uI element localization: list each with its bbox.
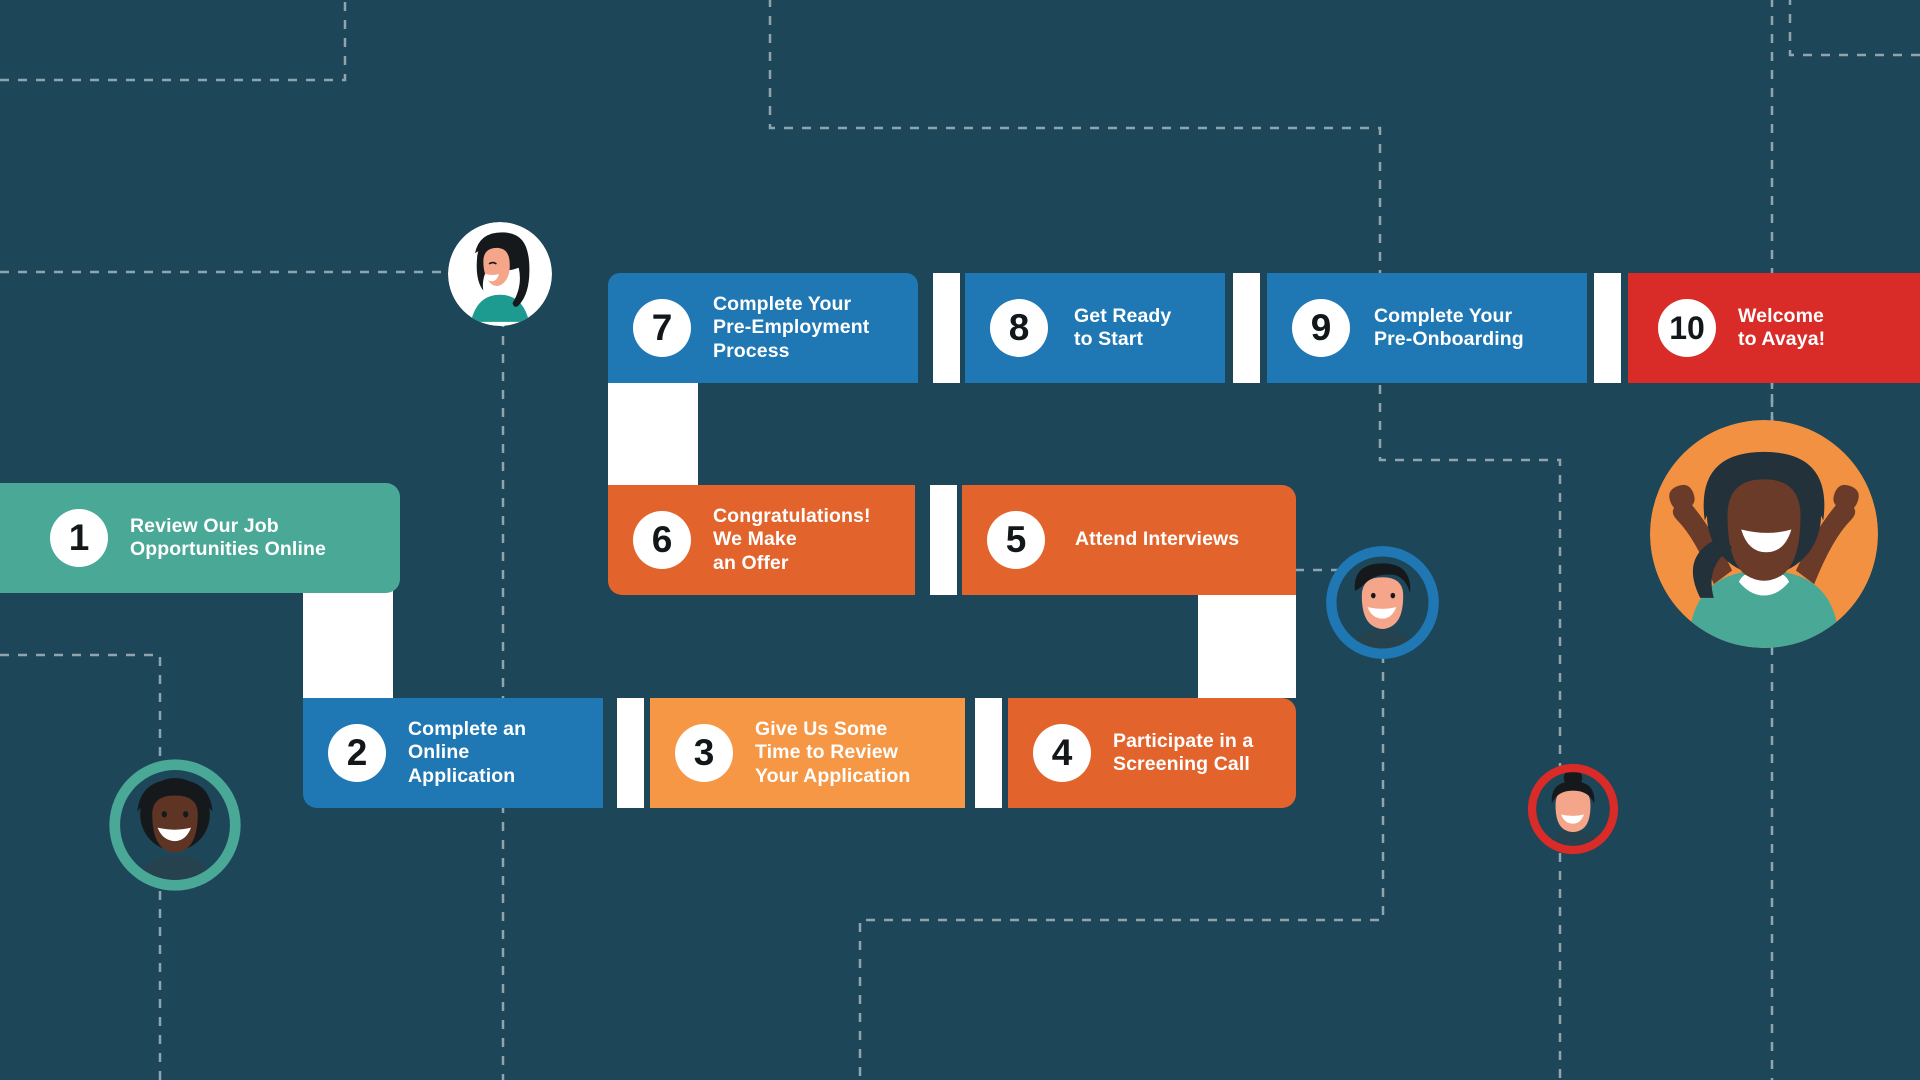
dash-path-mid-right xyxy=(1378,385,1562,1080)
step-badge-9: 9 xyxy=(1292,299,1350,357)
step-number-5: 5 xyxy=(1005,519,1027,560)
step-label-7: Complete Your Pre-Employment Process xyxy=(713,293,870,362)
riser-step5-to-step4 xyxy=(1198,588,1296,698)
step-label-4: Participate in a Screening Call xyxy=(1113,729,1254,775)
avatar-woman-bun-red-ring xyxy=(1527,763,1619,855)
step-card-7[interactable]: 7 Complete Your Pre-Employment Process xyxy=(608,273,918,383)
step-label-1: Review Our Job Opportunities Online xyxy=(130,514,326,560)
step-label-5: Attend Interviews xyxy=(1075,528,1240,551)
step-number-8: 8 xyxy=(1008,307,1030,348)
step-number-4: 4 xyxy=(1051,732,1073,773)
notch-between-2-and-3 xyxy=(617,698,644,808)
avatar-man-dark-hair-blue-ring xyxy=(1325,545,1440,660)
step-label-8: Get Ready to Start xyxy=(1074,304,1172,350)
step-number-10: 10 xyxy=(1669,309,1705,346)
dash-path-topcenter xyxy=(768,0,1382,300)
dash-path-topleft xyxy=(0,0,347,82)
notch-between-8-and-9 xyxy=(1233,273,1260,383)
notch-between-3-and-4 xyxy=(975,698,1002,808)
step-card-8[interactable]: 8 Get Ready to Start xyxy=(965,273,1225,383)
step-number-2: 2 xyxy=(346,732,368,773)
step-number-7: 7 xyxy=(651,307,673,348)
avatar-woman-dark-skin-teal-ring xyxy=(108,758,242,892)
notch-between-9-and-10 xyxy=(1594,273,1621,383)
notch-between-6-and-5 xyxy=(930,485,957,595)
step-badge-6: 6 xyxy=(633,511,691,569)
step-badge-10: 10 xyxy=(1658,299,1716,357)
step-badge-5: 5 xyxy=(987,511,1045,569)
step-card-6[interactable]: 6 Congratulations! We Make an Offer xyxy=(608,485,915,595)
step-card-9[interactable]: 9 Complete Your Pre-Onboarding xyxy=(1267,273,1587,383)
step-badge-3: 3 xyxy=(675,724,733,782)
step-number-6: 6 xyxy=(651,519,673,560)
step-badge-1: 1 xyxy=(50,509,108,567)
infographic-canvas: 7 Complete Your Pre-Employment Process 8… xyxy=(0,0,1920,1080)
dash-path-topright xyxy=(1788,0,1920,57)
step-label-9: Complete Your Pre-Onboarding xyxy=(1374,304,1524,350)
step-card-1[interactable]: 1 Review Our Job Opportunities Online xyxy=(0,483,400,593)
step-card-2[interactable]: 2 Complete an Online Application xyxy=(303,698,603,808)
step-number-1: 1 xyxy=(68,517,90,558)
step-card-10[interactable]: 10 Welcome to Avaya! xyxy=(1628,273,1920,383)
step-label-10: Welcome to Avaya! xyxy=(1738,304,1826,350)
step-badge-7: 7 xyxy=(633,299,691,357)
step-label-2: Complete an Online Application xyxy=(408,718,527,787)
notch-between-7-and-8 xyxy=(933,273,960,383)
step-label-3: Give Us Some Time to Review Your Applica… xyxy=(755,718,911,787)
step-card-4[interactable]: 4 Participate in a Screening Call xyxy=(1008,698,1296,808)
riser-step7-to-step6 xyxy=(608,382,698,492)
avatar-woman-long-black-hair xyxy=(448,222,552,326)
dash-path-avatar-bottom-elbow xyxy=(858,600,1385,1080)
step-badge-4: 4 xyxy=(1033,724,1091,782)
step-label-6: Congratulations! We Make an Offer xyxy=(713,505,871,574)
step-card-3[interactable]: 3 Give Us Some Time to Review Your Appli… xyxy=(650,698,965,808)
step-badge-8: 8 xyxy=(990,299,1048,357)
riser-step1-to-step2 xyxy=(303,588,393,698)
avatar-woman-celebrating-orange-circle xyxy=(1650,420,1878,648)
step-number-9: 9 xyxy=(1310,307,1332,348)
step-card-5[interactable]: 5 Attend Interviews xyxy=(962,485,1296,595)
step-number-3: 3 xyxy=(693,732,715,773)
step-badge-2: 2 xyxy=(328,724,386,782)
